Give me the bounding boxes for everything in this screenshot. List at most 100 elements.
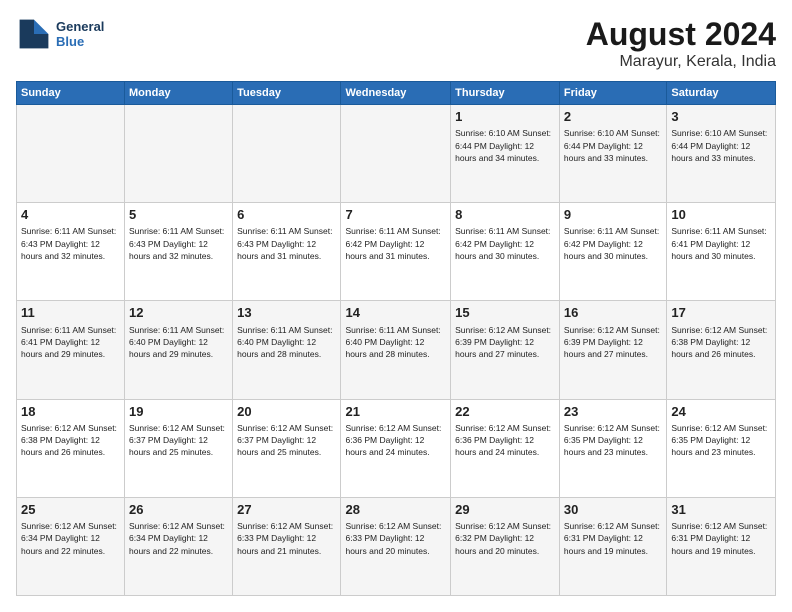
day-number: 10 <box>671 206 771 224</box>
day-info: Sunrise: 6:12 AM Sunset: 6:37 PM Dayligh… <box>237 422 336 459</box>
day-number: 28 <box>345 501 446 519</box>
calendar-cell: 8Sunrise: 6:11 AM Sunset: 6:42 PM Daylig… <box>451 203 560 301</box>
calendar-cell: 12 Sunrise: 6:11 AM Sunset: 6:40 PM Dayli… <box>125 301 233 399</box>
calendar-week-2: 11 Sunrise: 6:11 AM Sunset: 6:41 PM Dayli… <box>17 301 776 399</box>
day-number: 4 <box>21 206 120 224</box>
day-number: 27 <box>237 501 336 519</box>
col-wednesday: Wednesday <box>341 82 451 105</box>
calendar-cell: 26Sunrise: 6:12 AM Sunset: 6:34 PM Dayli… <box>125 497 233 595</box>
day-info: Sunrise: 6:11 AM Sunset: 6:42 PM Dayligh… <box>564 225 662 262</box>
col-tuesday: Tuesday <box>233 82 341 105</box>
logo: General Blue <box>16 16 104 52</box>
calendar-cell <box>125 105 233 203</box>
day-number: 16 <box>564 304 662 322</box>
day-info: Sunrise: 6:11 AM Sunset: 6:41 PM Dayligh… <box>671 225 771 262</box>
day-info: Sunrise: 6:12 AM Sunset: 6:36 PM Dayligh… <box>345 422 446 459</box>
day-number: 8 <box>455 206 555 224</box>
calendar-cell: 9Sunrise: 6:11 AM Sunset: 6:42 PM Daylig… <box>559 203 666 301</box>
day-info: Sunrise: 6:12 AM Sunset: 6:31 PM Dayligh… <box>564 520 662 557</box>
day-number: 13 <box>237 304 336 322</box>
day-info: Sunrise: 6:12 AM Sunset: 6:33 PM Dayligh… <box>345 520 446 557</box>
day-info: Sunrise: 6:10 AM Sunset: 6:44 PM Dayligh… <box>455 127 555 164</box>
day-number: 18 <box>21 403 120 421</box>
calendar-week-3: 18Sunrise: 6:12 AM Sunset: 6:38 PM Dayli… <box>17 399 776 497</box>
calendar-cell: 2Sunrise: 6:10 AM Sunset: 6:44 PM Daylig… <box>559 105 666 203</box>
col-monday: Monday <box>125 82 233 105</box>
calendar-week-0: 1Sunrise: 6:10 AM Sunset: 6:44 PM Daylig… <box>17 105 776 203</box>
day-number: 7 <box>345 206 446 224</box>
day-number: 29 <box>455 501 555 519</box>
day-info: Sunrise: 6:12 AM Sunset: 6:32 PM Dayligh… <box>455 520 555 557</box>
day-info: Sunrise: 6:12 AM Sunset: 6:33 PM Dayligh… <box>237 520 336 557</box>
calendar-cell: 4Sunrise: 6:11 AM Sunset: 6:43 PM Daylig… <box>17 203 125 301</box>
day-number: 25 <box>21 501 120 519</box>
calendar-cell: 25Sunrise: 6:12 AM Sunset: 6:34 PM Dayli… <box>17 497 125 595</box>
day-info: Sunrise: 6:12 AM Sunset: 6:34 PM Dayligh… <box>129 520 228 557</box>
day-info: Sunrise: 6:11 AM Sunset: 6:43 PM Dayligh… <box>21 225 120 262</box>
day-info: Sunrise: 6:11 AM Sunset: 6:42 PM Dayligh… <box>455 225 555 262</box>
header: General Blue August 2024 Marayur, Kerala… <box>16 16 776 71</box>
calendar-week-4: 25Sunrise: 6:12 AM Sunset: 6:34 PM Dayli… <box>17 497 776 595</box>
calendar-week-1: 4Sunrise: 6:11 AM Sunset: 6:43 PM Daylig… <box>17 203 776 301</box>
calendar-cell: 19Sunrise: 6:12 AM Sunset: 6:37 PM Dayli… <box>125 399 233 497</box>
day-number: 5 <box>129 206 228 224</box>
day-info: Sunrise: 6:12 AM Sunset: 6:35 PM Dayligh… <box>671 422 771 459</box>
calendar-cell: 30Sunrise: 6:12 AM Sunset: 6:31 PM Dayli… <box>559 497 666 595</box>
calendar-cell: 27Sunrise: 6:12 AM Sunset: 6:33 PM Dayli… <box>233 497 341 595</box>
calendar-cell: 10Sunrise: 6:11 AM Sunset: 6:41 PM Dayli… <box>667 203 776 301</box>
logo-icon <box>16 16 52 52</box>
day-info: Sunrise: 6:12 AM Sunset: 6:31 PM Dayligh… <box>671 520 771 557</box>
title-block: August 2024 Marayur, Kerala, India <box>586 16 776 71</box>
day-info: Sunrise: 6:12 AM Sunset: 6:34 PM Dayligh… <box>21 520 120 557</box>
day-info: Sunrise: 6:11 AM Sunset: 6:43 PM Dayligh… <box>129 225 228 262</box>
calendar-cell: 16 Sunrise: 6:12 AM Sunset: 6:39 PM Dayli… <box>559 301 666 399</box>
calendar-cell: 14Sunrise: 6:11 AM Sunset: 6:40 PM Dayli… <box>341 301 451 399</box>
day-number: 21 <box>345 403 446 421</box>
day-info: Sunrise: 6:12 AM Sunset: 6:39 PM Dayligh… <box>455 324 555 361</box>
calendar-cell: 13Sunrise: 6:11 AM Sunset: 6:40 PM Dayli… <box>233 301 341 399</box>
col-friday: Friday <box>559 82 666 105</box>
calendar-cell: 3Sunrise: 6:10 AM Sunset: 6:44 PM Daylig… <box>667 105 776 203</box>
calendar-cell: 24Sunrise: 6:12 AM Sunset: 6:35 PM Dayli… <box>667 399 776 497</box>
calendar-cell: 17Sunrise: 6:12 AM Sunset: 6:38 PM Dayli… <box>667 301 776 399</box>
day-number: 17 <box>671 304 771 322</box>
day-number: 23 <box>564 403 662 421</box>
day-info: Sunrise: 6:10 AM Sunset: 6:44 PM Dayligh… <box>564 127 662 164</box>
calendar-cell: 22Sunrise: 6:12 AM Sunset: 6:36 PM Dayli… <box>451 399 560 497</box>
day-number: 14 <box>345 304 446 322</box>
logo-text: General Blue <box>56 19 104 49</box>
day-number: 15 <box>455 304 555 322</box>
day-info: Sunrise: 6:12 AM Sunset: 6:39 PM Dayligh… <box>564 324 662 361</box>
day-number: 6 <box>237 206 336 224</box>
day-number: 31 <box>671 501 771 519</box>
day-number: 12 <box>129 304 228 322</box>
day-info: Sunrise: 6:12 AM Sunset: 6:35 PM Dayligh… <box>564 422 662 459</box>
col-saturday: Saturday <box>667 82 776 105</box>
col-sunday: Sunday <box>17 82 125 105</box>
day-info: Sunrise: 6:12 AM Sunset: 6:38 PM Dayligh… <box>21 422 120 459</box>
day-info: Sunrise: 6:11 AM Sunset: 6:42 PM Dayligh… <box>345 225 446 262</box>
location-title: Marayur, Kerala, India <box>586 53 776 71</box>
day-info: Sunrise: 6:11 AM Sunset: 6:40 PM Dayligh… <box>129 324 228 361</box>
day-info: Sunrise: 6:11 AM Sunset: 6:41 PM Dayligh… <box>21 324 120 361</box>
day-number: 24 <box>671 403 771 421</box>
day-number: 3 <box>671 108 771 126</box>
calendar-cell <box>17 105 125 203</box>
calendar-cell: 15 Sunrise: 6:12 AM Sunset: 6:39 PM Dayli… <box>451 301 560 399</box>
day-number: 9 <box>564 206 662 224</box>
calendar-cell <box>341 105 451 203</box>
day-number: 11 <box>21 304 120 322</box>
day-number: 19 <box>129 403 228 421</box>
page: General Blue August 2024 Marayur, Kerala… <box>0 0 792 612</box>
day-info: Sunrise: 6:10 AM Sunset: 6:44 PM Dayligh… <box>671 127 771 164</box>
day-number: 1 <box>455 108 555 126</box>
calendar-cell: 28Sunrise: 6:12 AM Sunset: 6:33 PM Dayli… <box>341 497 451 595</box>
calendar-cell: 6Sunrise: 6:11 AM Sunset: 6:43 PM Daylig… <box>233 203 341 301</box>
calendar-cell: 1Sunrise: 6:10 AM Sunset: 6:44 PM Daylig… <box>451 105 560 203</box>
calendar-table: Sunday Monday Tuesday Wednesday Thursday… <box>16 81 776 596</box>
day-number: 2 <box>564 108 662 126</box>
calendar-cell: 29Sunrise: 6:12 AM Sunset: 6:32 PM Dayli… <box>451 497 560 595</box>
calendar-cell: 11 Sunrise: 6:11 AM Sunset: 6:41 PM Dayli… <box>17 301 125 399</box>
calendar-cell: 7Sunrise: 6:11 AM Sunset: 6:42 PM Daylig… <box>341 203 451 301</box>
day-info: Sunrise: 6:11 AM Sunset: 6:43 PM Dayligh… <box>237 225 336 262</box>
